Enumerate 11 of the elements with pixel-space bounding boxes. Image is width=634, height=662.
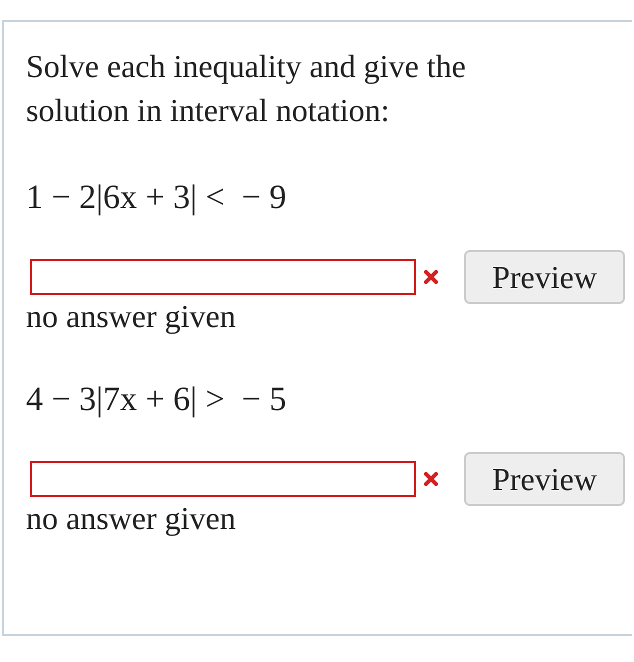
cross-icon <box>424 472 438 486</box>
inequality-expression: 1 − 2|6x + 3| < − 9 <box>26 178 288 218</box>
answer-field[interactable] <box>30 461 416 497</box>
preview-button[interactable]: Preview <box>464 250 625 304</box>
cross-icon <box>424 270 438 284</box>
feedback-text: no answer given <box>26 500 237 536</box>
feedback-text: no answer given <box>26 298 237 334</box>
inequality-expression: 4 − 3|7x + 6| > − 5 <box>26 380 288 420</box>
answer-field[interactable] <box>30 259 416 295</box>
instructions-text: Solve each inequality and give the solution in interval notation: <box>26 47 467 130</box>
preview-button[interactable]: Preview <box>464 452 625 506</box>
